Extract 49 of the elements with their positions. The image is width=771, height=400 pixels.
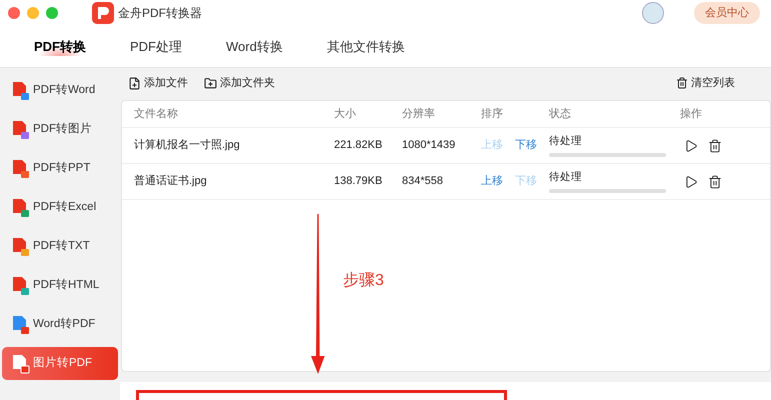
sidebar-item[interactable]: PDF转Excel [2, 191, 118, 224]
tab[interactable]: 其他文件转换 [326, 36, 405, 56]
file-icon [12, 80, 30, 100]
file-icon [12, 354, 30, 374]
column-header: 操作 [680, 106, 703, 122]
play-icon[interactable] [684, 174, 698, 188]
file-name: 计算机报名一寸照.jpg [134, 138, 241, 154]
file-size: 221.82KB [334, 138, 384, 154]
clear-list-button[interactable]: 清空列表 [676, 74, 735, 92]
add-file-button[interactable]: 添加文件 [128, 74, 188, 92]
window-title: 金舟PDF转换器 [118, 5, 202, 22]
delete-icon[interactable] [708, 138, 722, 152]
add-folder-icon [204, 76, 217, 90]
move-up-link[interactable]: 上移 [481, 173, 503, 190]
close-icon[interactable] [8, 7, 20, 19]
file-size: 138.79KB [334, 174, 384, 190]
sidebar-item[interactable]: Word转PDF [2, 308, 118, 341]
trash-icon [676, 77, 688, 89]
resolution: 1080*1439 [402, 138, 456, 154]
member-center-button[interactable]: 会员中心 [694, 2, 760, 24]
add-file-icon [128, 76, 141, 90]
file-icon [12, 276, 30, 296]
file-icon [12, 236, 30, 256]
delete-icon[interactable] [708, 174, 722, 188]
column-header: 分辨率 [402, 106, 436, 122]
sidebar-item[interactable]: 图片转PDF [2, 347, 118, 380]
column-header: 状态 [549, 106, 572, 122]
resolution: 834*558 [402, 174, 444, 190]
column-header: 文件名称 [134, 106, 179, 122]
file-icon [12, 158, 30, 178]
sidebar-item[interactable]: PDF转Word [2, 74, 118, 107]
status-text: 待处理 [549, 134, 583, 149]
sidebar-item[interactable]: PDF转TXT [2, 230, 118, 263]
column-header: 排序 [481, 106, 504, 122]
file-icon [12, 120, 30, 140]
move-down-link[interactable]: 下移 [515, 137, 537, 154]
add-folder-button[interactable]: 添加文件夹 [204, 74, 275, 92]
sidebar-item[interactable]: PDF转图片 [2, 113, 118, 146]
file-icon [12, 314, 30, 334]
status-text: 待处理 [549, 170, 583, 185]
tab[interactable]: PDF处理 [130, 36, 182, 56]
sidebar-item[interactable]: PDF转PPT [2, 152, 118, 185]
sidebar-item[interactable]: PDF转HTML [2, 269, 118, 302]
file-name: 普通话证书.jpg [134, 174, 208, 190]
column-header: 大小 [334, 106, 357, 122]
file-icon [12, 198, 30, 218]
tab[interactable]: Word转换 [226, 36, 283, 56]
play-icon[interactable] [684, 138, 698, 152]
step-annotation: 步骤3 [343, 270, 384, 291]
